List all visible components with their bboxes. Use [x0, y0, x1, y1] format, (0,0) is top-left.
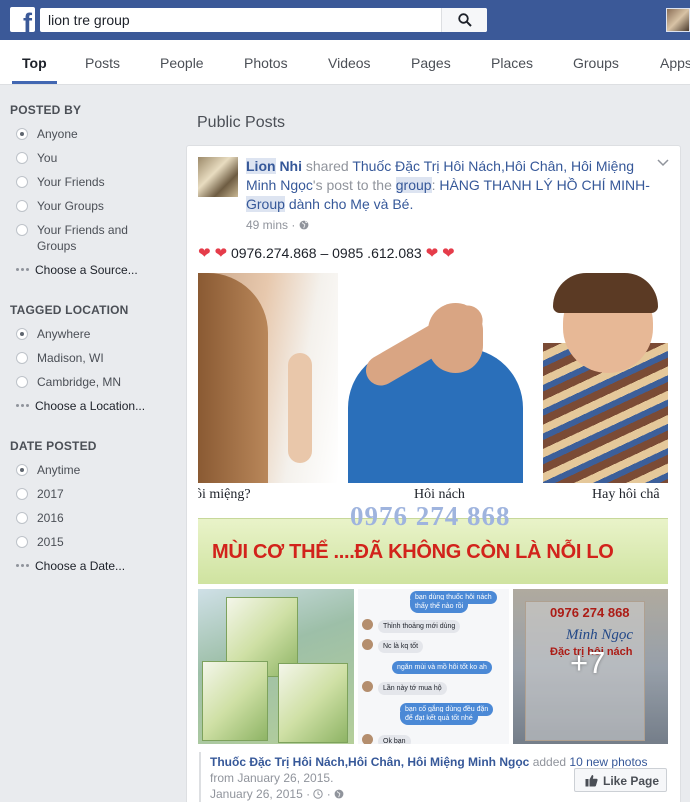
more-dots-icon: [16, 268, 30, 272]
radio-icon: [16, 328, 28, 340]
possessive-text: 's post to the: [312, 177, 392, 193]
tab-groups[interactable]: Groups: [573, 55, 619, 71]
section-title: Public Posts: [197, 114, 286, 131]
thumbs-up-icon: [585, 775, 598, 787]
posted-by-heading: POSTED BY: [10, 103, 82, 117]
radio-icon: [16, 128, 28, 140]
active-tab-indicator: [12, 81, 57, 84]
tab-videos[interactable]: Videos: [328, 55, 371, 71]
search-box: [40, 8, 487, 32]
post-text: ❤ ❤ 0976.274.868 – 0985 .612.083 ❤ ❤: [198, 244, 455, 262]
heart-icon: ❤: [198, 245, 211, 262]
author-first-name[interactable]: Lion: [246, 158, 276, 174]
radio-icon: [16, 536, 28, 548]
attribution-page-link[interactable]: Thuốc Đặc Trị Hôi Nách,Hôi Chân, Hôi Miệ…: [210, 755, 529, 769]
phone-watermark: 0976 274 868: [350, 501, 511, 531]
heart-icon: ❤: [442, 245, 455, 262]
more-dots-icon: [16, 404, 30, 408]
tab-places[interactable]: Places: [491, 55, 533, 71]
tab-pages[interactable]: Pages: [411, 55, 451, 71]
tab-photos[interactable]: Photos: [244, 55, 288, 71]
photo-thumb-more[interactable]: 0976 274 868 Minh Ngọc Đặc trị hôi nách …: [513, 589, 668, 744]
caption-right: Hay hôi châ: [592, 487, 660, 502]
globe-icon: [334, 789, 344, 799]
caption-left: ôi miệng?: [198, 487, 251, 502]
author-avatar[interactable]: [198, 157, 238, 197]
chevron-down-icon[interactable]: [657, 159, 669, 167]
search-input[interactable]: [40, 8, 440, 32]
more-dots-icon: [16, 564, 30, 568]
post-main-image[interactable]: ôi miệng? Hôi nách Hay hôi châ MÙI CƠ TH…: [198, 273, 668, 585]
search-icon: [458, 13, 472, 27]
heart-icon: ❤: [425, 245, 439, 262]
more-photos-count: +7: [570, 645, 606, 680]
tagged-location-heading: TAGGED LOCATION: [10, 303, 129, 317]
radio-icon: [16, 224, 28, 236]
radio-icon: [16, 352, 28, 364]
post-timestamp[interactable]: 49 mins ·: [246, 218, 309, 232]
top-bar: f: [0, 0, 690, 40]
phone-numbers: 0976.274.868 – 0985 .612.083: [230, 245, 422, 261]
radio-icon: [16, 512, 28, 524]
heart-icon: ❤: [214, 245, 228, 262]
tab-posts[interactable]: Posts: [85, 55, 120, 71]
attribution-date[interactable]: January 26, 2015 ·: [210, 787, 310, 801]
search-button[interactable]: [441, 8, 487, 32]
facebook-logo-icon[interactable]: f: [10, 7, 35, 32]
tab-top[interactable]: Top: [22, 55, 47, 71]
radio-icon: [16, 464, 28, 476]
attribution-bar: [199, 752, 201, 802]
shared-word: shared: [305, 158, 349, 174]
colon: :: [431, 177, 436, 193]
tab-people[interactable]: People: [160, 55, 204, 71]
woman-illustration: [198, 273, 338, 483]
clock-icon: [313, 789, 324, 799]
radio-icon: [16, 376, 28, 388]
radio-icon: [16, 488, 28, 500]
boy-illustration: [543, 273, 668, 483]
radio-icon: [16, 200, 28, 212]
search-tabs: Top Posts People Photos Videos Pages Pla…: [0, 40, 690, 85]
post-header: Lion Nhi shared Thuốc Đặc Trị Hôi Nách,H…: [246, 157, 651, 214]
tab-apps[interactable]: Apps: [660, 55, 690, 71]
profile-avatar[interactable]: [666, 8, 690, 32]
radio-icon: [16, 176, 28, 188]
photo-thumb-product[interactable]: [198, 589, 354, 744]
author-last-name[interactable]: Nhi: [279, 158, 302, 174]
globe-icon: [299, 220, 309, 230]
radio-icon: [16, 152, 28, 164]
group-word[interactable]: group: [395, 177, 432, 193]
man-illustration: [328, 273, 528, 483]
date-posted-heading: DATE POSTED: [10, 439, 97, 453]
like-page-button[interactable]: Like Page: [574, 768, 667, 792]
photo-thumb-chat[interactable]: bạn dùng thuốc hôi nách thấy thế nào rồi…: [358, 589, 509, 744]
new-photos-link[interactable]: 10 new photos: [569, 755, 647, 769]
